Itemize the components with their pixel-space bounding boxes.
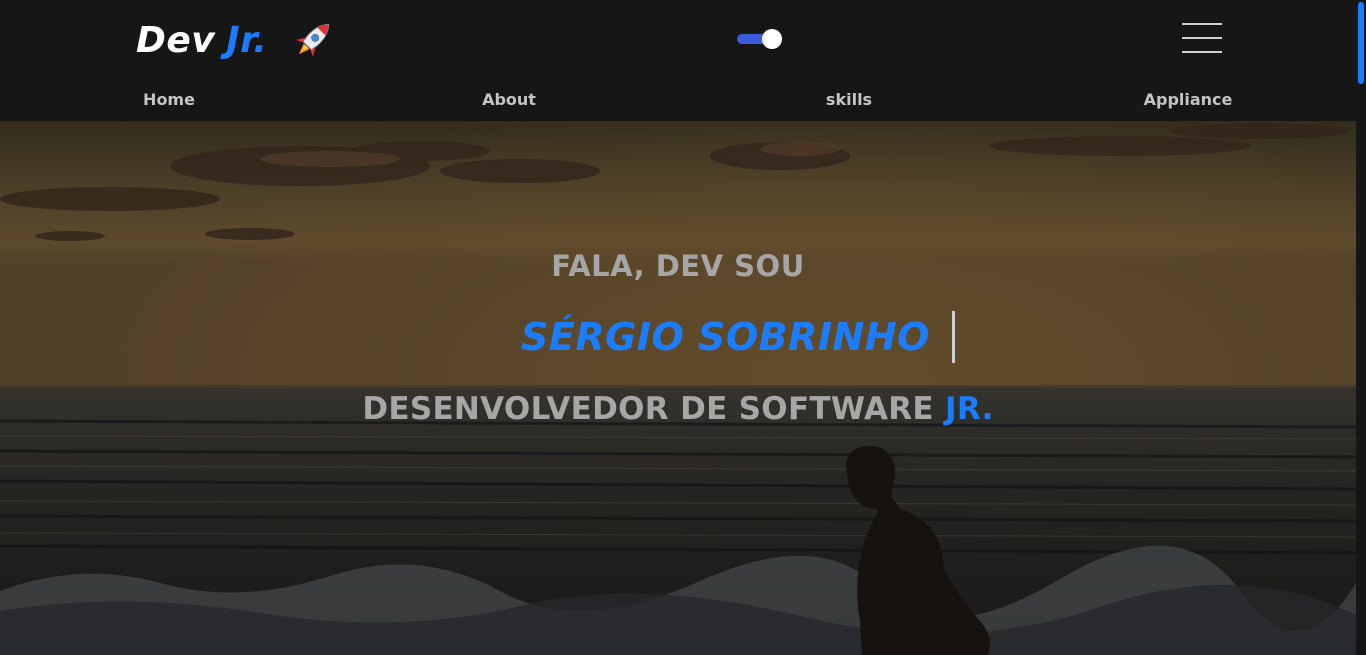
- page-scrollbar[interactable]: [1356, 0, 1366, 655]
- menu-line: [1182, 37, 1222, 39]
- hero-section: FALA, DEV SOU SÉRGIO SOBRINHO DESENVOLVE…: [0, 121, 1356, 655]
- toggle-knob: [762, 29, 782, 49]
- rocket-icon: [296, 23, 330, 57]
- hero-name-line: SÉRGIO SOBRINHO: [0, 311, 1356, 363]
- hero-role-main: DESENVOLVEDOR DE SOFTWARE: [362, 391, 934, 427]
- main-nav: Home About skills Appliance: [0, 80, 1366, 121]
- hero-role-accent: JR.: [945, 391, 994, 427]
- hero-background-image: [0, 121, 1356, 655]
- logo-jr-text: Jr.: [226, 19, 268, 61]
- typing-cursor: [951, 311, 955, 363]
- theme-toggle[interactable]: [737, 28, 783, 50]
- nav-item-home[interactable]: Home: [143, 90, 195, 109]
- nav-item-appliance[interactable]: Appliance: [1144, 90, 1233, 109]
- hamburger-menu-icon[interactable]: [1180, 21, 1223, 55]
- menu-line: [1182, 23, 1222, 25]
- header: Dev Jr.: [0, 0, 1366, 80]
- hero-name: SÉRGIO SOBRINHO: [521, 315, 930, 359]
- hero-greeting: FALA, DEV SOU: [551, 249, 805, 283]
- logo-dev-text: Dev: [136, 19, 216, 61]
- nav-item-about[interactable]: About: [482, 90, 536, 109]
- logo[interactable]: Dev Jr.: [136, 17, 339, 63]
- nav-item-skills[interactable]: skills: [826, 90, 872, 109]
- hero-role: DESENVOLVEDOR DE SOFTWARE JR.: [0, 391, 1356, 427]
- menu-line: [1182, 51, 1222, 53]
- scrollbar-thumb[interactable]: [1358, 2, 1364, 84]
